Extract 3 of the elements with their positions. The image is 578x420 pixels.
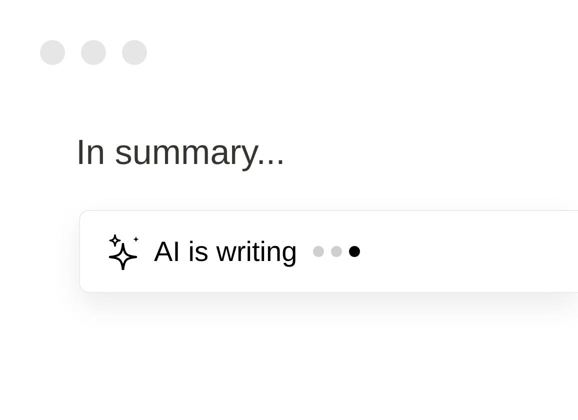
- sparkle-icon: [108, 234, 142, 270]
- heading: In summary...: [76, 135, 286, 170]
- status-text: AI is writing: [154, 238, 298, 266]
